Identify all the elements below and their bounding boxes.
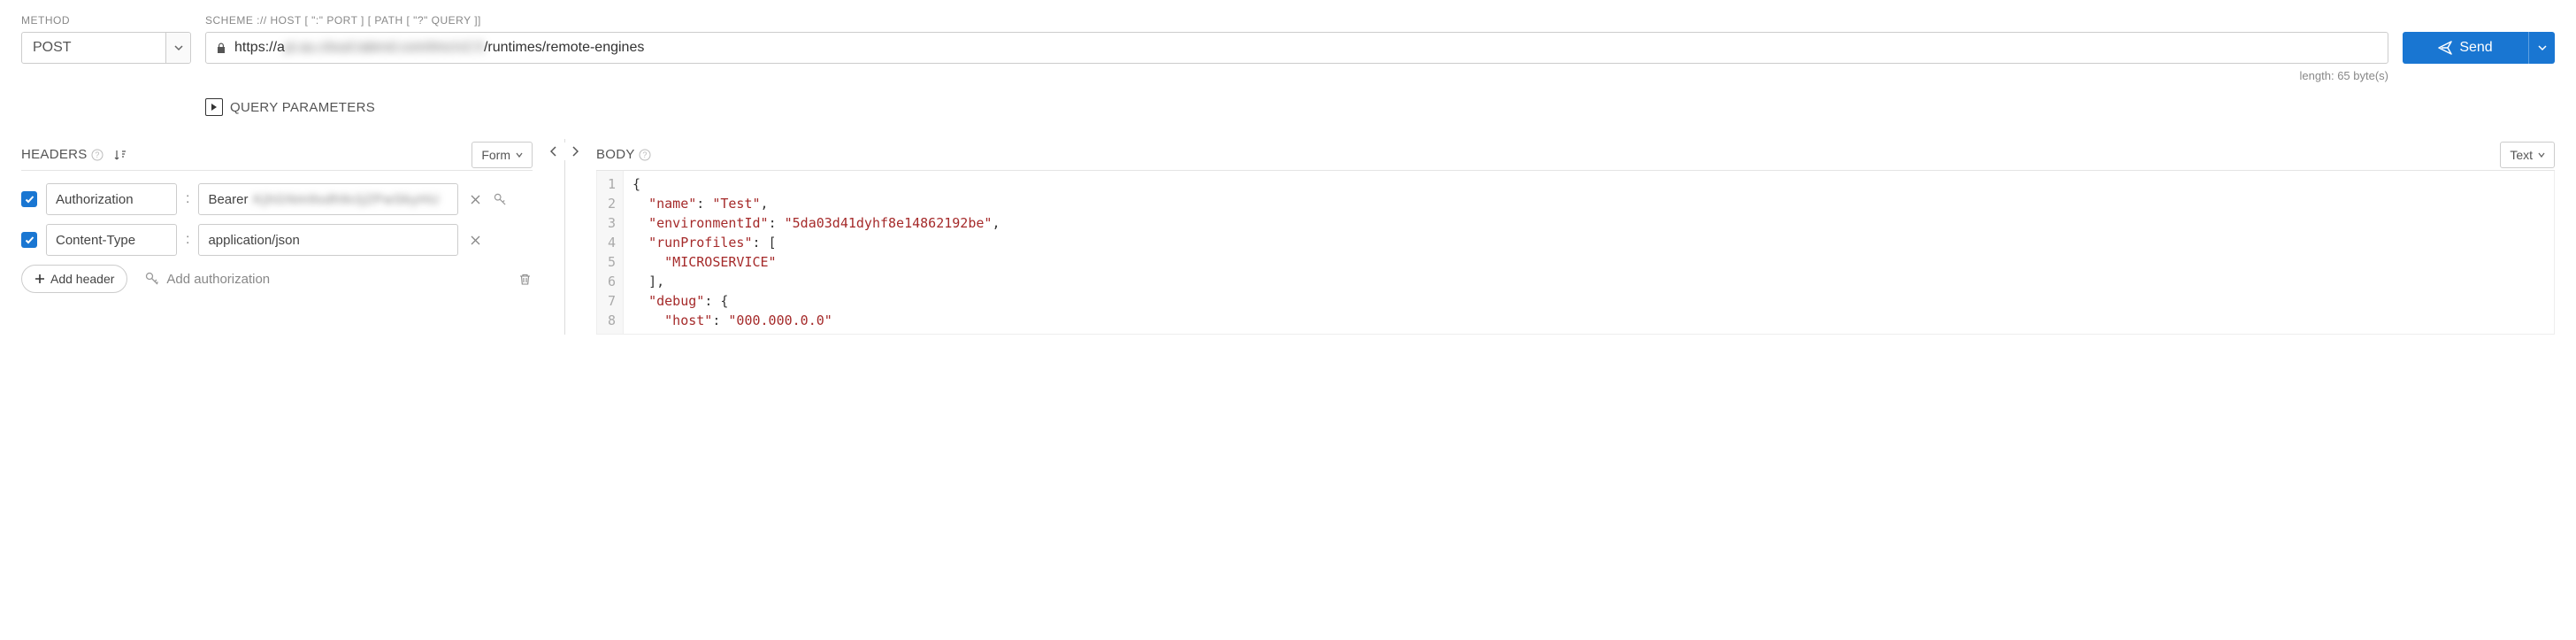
header-checkbox[interactable] bbox=[21, 191, 37, 207]
key-icon bbox=[494, 193, 507, 206]
method-label: METHOD bbox=[21, 14, 191, 27]
remove-header-button[interactable] bbox=[467, 232, 483, 248]
plus-icon bbox=[34, 274, 45, 284]
body-editor[interactable]: 12345678 { "name": "Test", "environmentI… bbox=[596, 171, 2555, 335]
add-header-button[interactable]: Add header bbox=[21, 265, 127, 293]
colon: : bbox=[186, 191, 189, 207]
header-checkbox[interactable] bbox=[21, 232, 37, 248]
method-caret[interactable] bbox=[165, 33, 190, 63]
help-icon[interactable]: ? bbox=[91, 149, 104, 161]
lock-icon bbox=[215, 42, 227, 54]
add-authorization-button[interactable]: Add authorization bbox=[145, 272, 270, 287]
query-params-toggle[interactable] bbox=[205, 98, 223, 116]
x-icon bbox=[469, 234, 482, 247]
header-value-input[interactable]: application/json bbox=[198, 224, 458, 256]
remove-header-button[interactable] bbox=[467, 191, 483, 207]
url-input[interactable]: https://api.au.cloud.talend.com/tmc/v2.5… bbox=[205, 32, 2388, 64]
url-text: https://api.au.cloud.talend.com/tmc/v2.5… bbox=[234, 40, 2379, 56]
send-button[interactable]: Send bbox=[2403, 32, 2528, 64]
method-select[interactable]: POST bbox=[21, 32, 191, 64]
trash-all-button[interactable] bbox=[517, 271, 533, 287]
length-text: length: 65 byte(s) bbox=[205, 69, 2388, 82]
header-key-input[interactable]: Authorization bbox=[46, 183, 177, 215]
header-value-input[interactable]: Bearer KjhGNm9sdh9cljZPwSkyHU bbox=[198, 183, 458, 215]
key-icon bbox=[145, 272, 159, 286]
send-caret[interactable] bbox=[2528, 32, 2555, 64]
header-key-input[interactable]: Content-Type bbox=[46, 224, 177, 256]
collapse-left-icon[interactable] bbox=[550, 146, 557, 157]
trash-icon bbox=[518, 273, 532, 286]
sort-icon[interactable] bbox=[114, 149, 126, 161]
body-mode-select[interactable]: Text bbox=[2500, 142, 2555, 168]
scheme-label: SCHEME :// HOST [ ":" PORT ] [ PATH [ "?… bbox=[205, 14, 2388, 27]
method-value: POST bbox=[22, 33, 165, 63]
svg-text:?: ? bbox=[642, 150, 647, 159]
svg-text:?: ? bbox=[95, 150, 99, 159]
colon: : bbox=[186, 232, 189, 248]
auth-key-button[interactable] bbox=[492, 191, 508, 207]
collapse-right-icon[interactable] bbox=[571, 146, 579, 157]
send-icon bbox=[2438, 41, 2452, 55]
headers-title: HEADERS ? bbox=[21, 147, 126, 162]
x-icon bbox=[469, 193, 482, 206]
help-icon[interactable]: ? bbox=[639, 149, 651, 161]
body-title: BODY ? bbox=[596, 147, 651, 162]
headers-mode-select[interactable]: Form bbox=[472, 142, 533, 168]
query-params-label: QUERY PARAMETERS bbox=[230, 100, 375, 115]
